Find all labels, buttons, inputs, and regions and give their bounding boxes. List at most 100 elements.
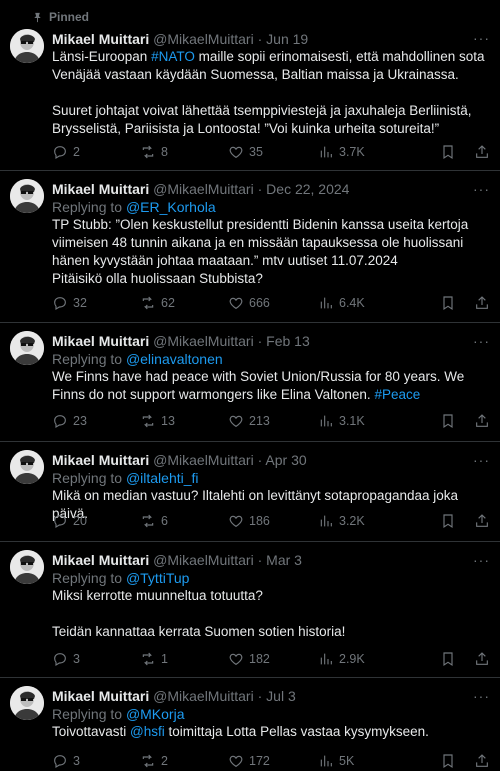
- author-name[interactable]: Mikael Muittari: [52, 333, 149, 349]
- bookmark-button[interactable]: [440, 651, 456, 667]
- replying-to: Replying to @ER_Korhola: [52, 199, 216, 215]
- replying-to-link[interactable]: @TyttiTup: [126, 570, 190, 586]
- replying-to-link[interactable]: @ER_Korhola: [126, 199, 216, 215]
- more-options-icon[interactable]: ···: [473, 30, 490, 46]
- avatar[interactable]: [10, 29, 44, 63]
- author-handle[interactable]: @MikaelMuittari: [153, 552, 254, 568]
- bookmark-button[interactable]: [440, 413, 456, 429]
- like-button[interactable]: 213: [228, 413, 318, 429]
- tweet[interactable]: ··· Mikael Muittari @MikaelMuittari · Ap…: [0, 442, 500, 542]
- views-button[interactable]: 6.4K: [318, 295, 408, 311]
- author-name[interactable]: Mikael Muittari: [52, 552, 149, 568]
- tweet-date[interactable]: Jul 3: [266, 688, 296, 704]
- like-button[interactable]: 172: [228, 753, 318, 769]
- retweet-button[interactable]: 8: [140, 144, 228, 160]
- views-button[interactable]: 3.1K: [318, 413, 408, 429]
- replying-to-link[interactable]: @iltalehti_fi: [126, 470, 199, 486]
- tweet[interactable]: ··· Mikael Muittari @MikaelMuittari · De…: [0, 171, 500, 323]
- retweet-button[interactable]: 1: [140, 651, 228, 667]
- retweet-button[interactable]: 2: [140, 753, 228, 769]
- avatar[interactable]: [10, 550, 44, 584]
- bookmark-button[interactable]: [440, 753, 456, 769]
- more-options-icon[interactable]: ···: [473, 688, 490, 704]
- share-button[interactable]: [474, 513, 490, 529]
- hashtag-link[interactable]: #Peace: [374, 387, 420, 402]
- avatar[interactable]: [10, 686, 44, 720]
- bookmark-icon: [440, 753, 456, 769]
- tweet[interactable]: Pinned ··· Mikael Muittari @MikaelMuitta…: [0, 0, 500, 171]
- views-icon: [318, 413, 334, 429]
- tweet-actions: 32 62 666 6.4K: [52, 294, 490, 312]
- views-button[interactable]: 3.2K: [318, 513, 408, 529]
- tweet-actions: 3 1 182 2.9K: [52, 650, 490, 668]
- author-handle[interactable]: @MikaelMuittari: [153, 181, 254, 197]
- author-name[interactable]: Mikael Muittari: [52, 31, 149, 47]
- share-button[interactable]: [474, 651, 490, 667]
- like-button[interactable]: 186: [228, 513, 318, 529]
- tweet-text: Länsi-Euroopan #NATO maille sopii erinom…: [52, 49, 485, 136]
- hashtag-link[interactable]: #NATO: [151, 49, 195, 64]
- author-handle[interactable]: @MikaelMuittari: [153, 452, 254, 468]
- more-options-icon[interactable]: ···: [473, 552, 490, 568]
- share-icon: [474, 651, 490, 667]
- tweet[interactable]: ··· Mikael Muittari @MikaelMuittari · Fe…: [0, 323, 500, 442]
- bookmark-button[interactable]: [440, 295, 456, 311]
- reply-button[interactable]: 3: [52, 651, 140, 667]
- tweet-text: Miksi kerrotte muunneltua totuutta? Teid…: [52, 588, 346, 639]
- retweet-icon: [140, 413, 156, 429]
- bookmark-button[interactable]: [440, 513, 456, 529]
- tweet-date[interactable]: Jun 19: [266, 31, 308, 47]
- reply-button[interactable]: 2: [52, 144, 140, 160]
- like-button[interactable]: 182: [228, 651, 318, 667]
- retweet-icon: [140, 753, 156, 769]
- retweet-button[interactable]: 62: [140, 295, 228, 311]
- reply-button[interactable]: 20: [52, 513, 140, 529]
- tweet-date[interactable]: Mar 3: [266, 552, 302, 568]
- reply-button[interactable]: 23: [52, 413, 140, 429]
- share-button[interactable]: [474, 144, 490, 160]
- tweet-header: Mikael Muittari @MikaelMuittari · Feb 13: [52, 333, 310, 349]
- share-button[interactable]: [474, 753, 490, 769]
- avatar[interactable]: [10, 331, 44, 365]
- replying-to: Replying to @iltalehti_fi: [52, 470, 199, 486]
- heart-icon: [228, 513, 244, 529]
- bookmark-button[interactable]: [440, 144, 456, 160]
- tweet[interactable]: ··· Mikael Muittari @MikaelMuittari · Ma…: [0, 542, 500, 678]
- replying-to: Replying to @elinavaltonen: [52, 351, 223, 367]
- views-icon: [318, 295, 334, 311]
- share-button[interactable]: [474, 413, 490, 429]
- more-options-icon[interactable]: ···: [473, 181, 490, 197]
- tweet-date[interactable]: Apr 30: [265, 452, 306, 468]
- retweet-button[interactable]: 13: [140, 413, 228, 429]
- avatar[interactable]: [10, 179, 44, 213]
- author-name[interactable]: Mikael Muittari: [52, 688, 149, 704]
- replying-to-link[interactable]: @elinavaltonen: [126, 351, 223, 367]
- like-button[interactable]: 666: [228, 295, 318, 311]
- views-button[interactable]: 2.9K: [318, 651, 408, 667]
- author-handle[interactable]: @MikaelMuittari: [153, 333, 254, 349]
- heart-icon: [228, 295, 244, 311]
- more-options-icon[interactable]: ···: [473, 333, 490, 349]
- tweet-actions: 3 2 172 5K: [52, 752, 490, 770]
- author-name[interactable]: Mikael Muittari: [52, 181, 149, 197]
- retweet-button[interactable]: 6: [140, 513, 228, 529]
- tweet-date[interactable]: Dec 22, 2024: [266, 181, 349, 197]
- reply-button[interactable]: 3: [52, 753, 140, 769]
- tweet-date[interactable]: Feb 13: [266, 333, 310, 349]
- avatar[interactable]: [10, 450, 44, 484]
- views-button[interactable]: 3.7K: [318, 144, 408, 160]
- tweet-actions: 23 13 213 3.1K: [52, 412, 490, 430]
- views-button[interactable]: 5K: [318, 753, 408, 769]
- author-name[interactable]: Mikael Muittari: [52, 452, 149, 468]
- author-handle[interactable]: @MikaelMuittari: [153, 31, 254, 47]
- share-button[interactable]: [474, 295, 490, 311]
- tweet-header: Mikael Muittari @MikaelMuittari · Dec 22…: [52, 181, 350, 197]
- tweet[interactable]: ··· Mikael Muittari @MikaelMuittari · Ju…: [0, 678, 500, 771]
- more-options-icon[interactable]: ···: [473, 452, 490, 468]
- mention-link[interactable]: @hsfi: [130, 724, 165, 739]
- pinned-label: Pinned: [49, 10, 90, 24]
- like-button[interactable]: 35: [228, 144, 318, 160]
- reply-button[interactable]: 32: [52, 295, 140, 311]
- replying-to-link[interactable]: @MKorja: [126, 706, 185, 722]
- author-handle[interactable]: @MikaelMuittari: [153, 688, 254, 704]
